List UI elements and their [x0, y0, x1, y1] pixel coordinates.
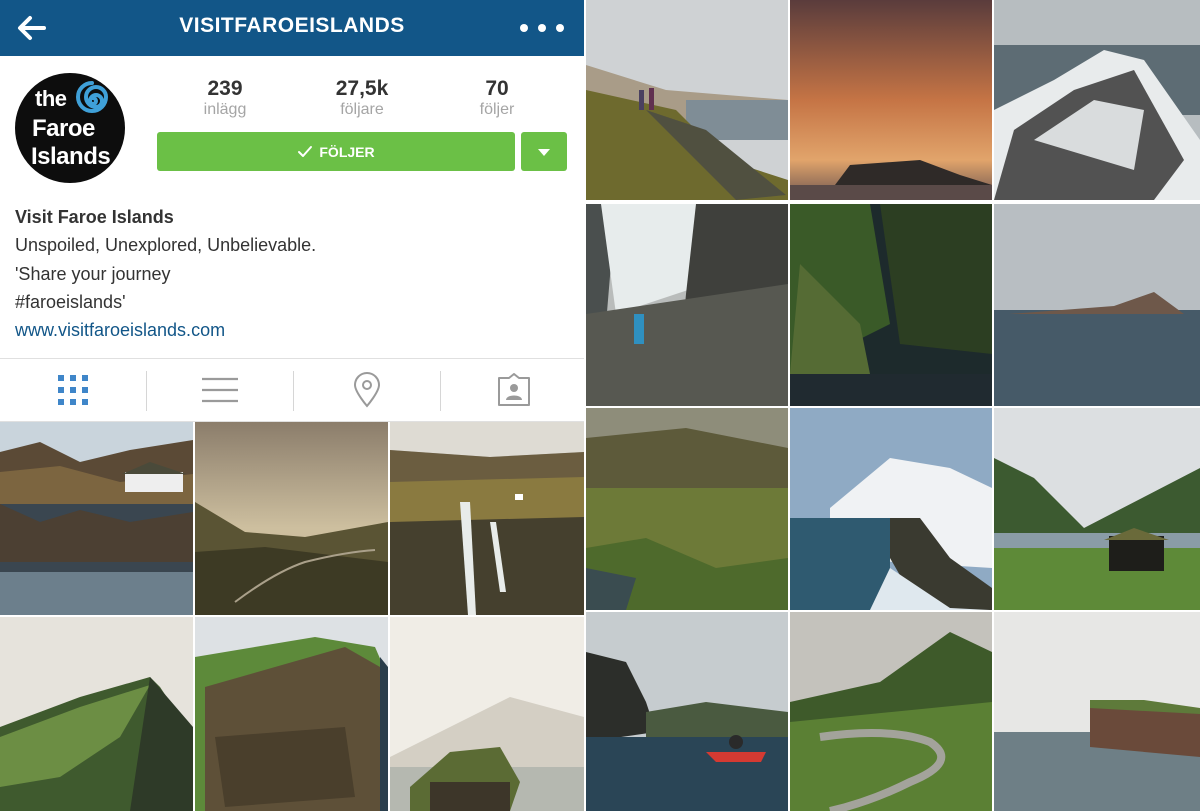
- profile-name: Visit Faroe Islands: [15, 207, 174, 227]
- tab-list-view[interactable]: [147, 359, 293, 421]
- photo-valley-village: [586, 408, 788, 610]
- photo-lake-reflection: [0, 422, 193, 615]
- bio-line: Unspoiled, Unexplored, Unbelievable.: [15, 235, 317, 256]
- photo-snowy-mountain-coast: [790, 408, 992, 610]
- avatar-logo-line: Islands: [31, 143, 111, 170]
- page-title: VISITFAROEISLANDS: [179, 14, 405, 37]
- following-button-label: FÖLJER: [319, 143, 375, 160]
- photo-tile-turf-house-lake[interactable]: [994, 408, 1200, 610]
- tab-grid-view[interactable]: [0, 359, 146, 421]
- photo-coastal-hikers: [586, 0, 788, 200]
- more-options-button[interactable]: [520, 15, 564, 41]
- photo-waterfall-climber: [586, 204, 788, 406]
- following-button[interactable]: FÖLJER: [157, 132, 515, 171]
- photo-tile-green-sea-cliff[interactable]: [0, 617, 193, 811]
- bio: Visit Faroe Islands Unspoiled, Unexplore…: [15, 203, 570, 344]
- photo-tile-waterfall-climber[interactable]: [586, 204, 788, 406]
- photo-tile-kayaker-cliffs[interactable]: [586, 612, 788, 811]
- tagged-person-icon: [498, 373, 530, 406]
- posts-count-value: 239: [207, 77, 243, 100]
- photo-snowy-ridge: [994, 0, 1200, 200]
- posts-count: 239 inlägg: [165, 77, 285, 119]
- photo-turf-roof-cabin: [390, 617, 584, 811]
- followers-count-value: 27,5k: [335, 77, 389, 100]
- photo-tile-valley-village[interactable]: [586, 408, 788, 610]
- photo-lone-island: [994, 204, 1200, 406]
- swirl-logo-icon: [76, 81, 109, 113]
- photo-kayaker-cliffs: [586, 612, 788, 811]
- photo-waterfall-cliff: [390, 422, 584, 615]
- avatar[interactable]: the Faroe Islands: [15, 73, 125, 183]
- location-pin-icon: [353, 372, 381, 408]
- bio-line: #faroeislands': [15, 291, 126, 312]
- photo-misty-valley: [195, 422, 388, 615]
- profile-panel: VISITFAROEISLANDS the Faroe Islands 239 …: [0, 0, 584, 811]
- photo-tile-green-cliffs[interactable]: [790, 204, 992, 406]
- photo-tile-turf-roof-cabin[interactable]: [390, 617, 584, 811]
- photo-turf-house-lake: [994, 408, 1200, 610]
- photo-tile-snowy-ridge[interactable]: [994, 0, 1200, 200]
- top-bar: VISITFAROEISLANDS: [0, 0, 584, 56]
- photo-tile-snowy-mountain-coast[interactable]: [790, 408, 992, 610]
- avatar-logo-line: the: [35, 86, 67, 111]
- suggestions-dropdown-button[interactable]: [521, 132, 567, 171]
- followers-count-label: följare: [340, 101, 384, 118]
- grid-icon: [58, 375, 88, 405]
- following-count[interactable]: 70 följer: [437, 77, 557, 119]
- posts-count-label: inlägg: [203, 101, 247, 118]
- photo-tile-sea-stack-cliff[interactable]: [994, 612, 1200, 811]
- photo-green-cliffs: [790, 204, 992, 406]
- checkmark-icon: [298, 145, 313, 157]
- photo-tile-misty-valley[interactable]: [195, 422, 388, 615]
- profile-tabs: [0, 358, 584, 422]
- photo-sunset-clouds: [790, 0, 992, 200]
- more-dots-icon: [520, 24, 528, 32]
- photo-green-sea-cliff: [0, 617, 193, 811]
- list-icon: [202, 377, 238, 403]
- following-count-label: följer: [479, 101, 515, 118]
- photo-tile-lake-reflection[interactable]: [0, 422, 193, 615]
- tab-places[interactable]: [294, 359, 440, 421]
- website-link[interactable]: www.visitfaroeislands.com: [15, 316, 570, 344]
- bio-line: 'Share your journey: [15, 263, 171, 284]
- caret-down-icon: [538, 149, 550, 156]
- photo-tile-sunset-clouds[interactable]: [790, 0, 992, 200]
- photo-tile-towering-cliff[interactable]: [195, 617, 388, 811]
- photo-winding-road: [790, 612, 992, 811]
- tab-tagged[interactable]: [441, 359, 584, 421]
- photo-sea-stack-cliff: [994, 612, 1200, 811]
- following-count-value: 70: [485, 77, 509, 100]
- followers-count[interactable]: 27,5k följare: [302, 77, 422, 119]
- photo-tile-winding-road[interactable]: [790, 612, 992, 811]
- photo-towering-cliff: [195, 617, 388, 811]
- photo-tile-coastal-hikers[interactable]: [586, 0, 788, 200]
- photo-tile-waterfall-cliff[interactable]: [390, 422, 584, 615]
- photo-tile-lone-island[interactable]: [994, 204, 1200, 406]
